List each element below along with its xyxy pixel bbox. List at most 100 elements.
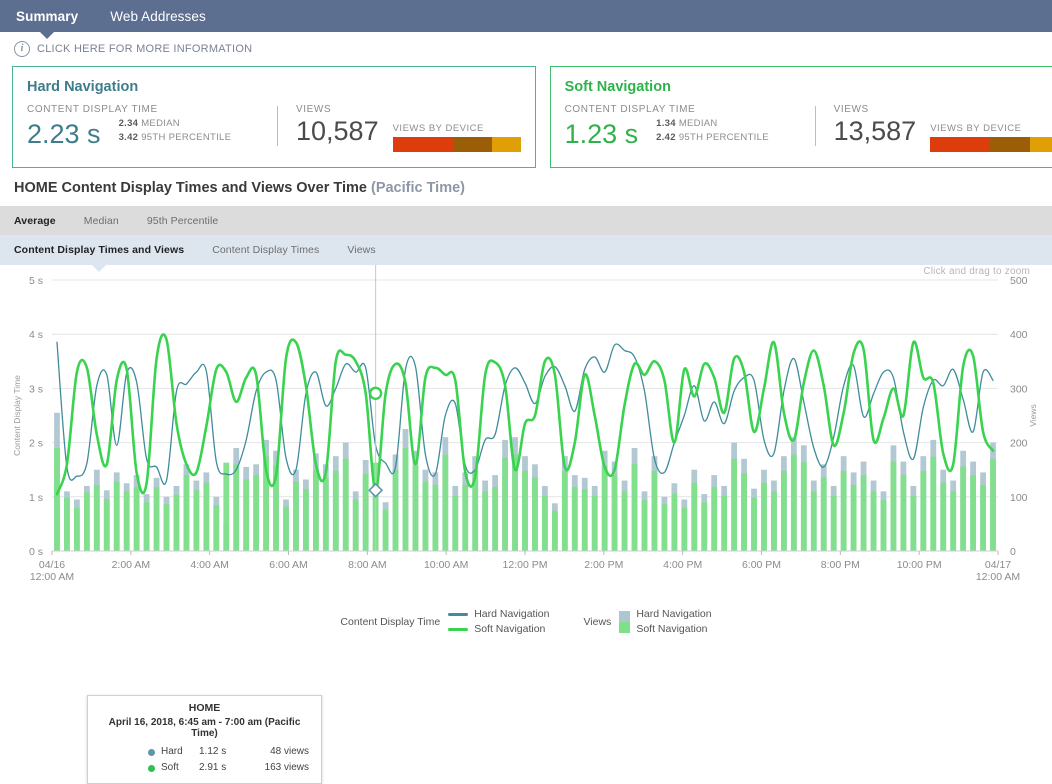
svg-text:6:00 PM: 6:00 PM xyxy=(742,559,781,571)
soft-navigation-card: Soft Navigation CONTENT DISPLAY TIME 1.2… xyxy=(550,66,1052,168)
soft-p95-label: 95TH PERCENTILE xyxy=(679,132,769,143)
hard-navigation-card-title: Hard Navigation xyxy=(27,79,521,95)
svg-text:6:00 AM: 6:00 AM xyxy=(269,559,308,571)
legend-key-views-soft[interactable]: Soft Navigation xyxy=(636,622,711,637)
top-navigation-bar: Summary Web Addresses xyxy=(0,0,1052,32)
chart-section-title-timezone: (Pacific Time) xyxy=(371,180,465,196)
tooltip-title: HOME xyxy=(96,702,313,714)
device-segment-1 xyxy=(930,137,990,152)
tooltip-soft-views: 163 views xyxy=(247,760,309,776)
svg-text:8:00 PM: 8:00 PM xyxy=(821,559,860,571)
hard-content-display-time-block: CONTENT DISPLAY TIME 2.23 s 2.34 MEDIAN … xyxy=(27,104,277,152)
tooltip-row-hard: Hard 1.12 s 48 views xyxy=(96,744,313,760)
legend-line-icon-hard xyxy=(448,613,468,616)
tab-summary[interactable]: Summary xyxy=(0,0,94,32)
device-segment-3 xyxy=(1030,137,1052,152)
svg-text:3 s: 3 s xyxy=(29,383,43,395)
hard-median-value: 2.34 xyxy=(119,118,139,129)
legend-key-cdt-hard[interactable]: Hard Navigation xyxy=(448,607,549,622)
more-information-link[interactable]: CLICK HERE FOR MORE INFORMATION xyxy=(37,43,252,55)
svg-text:12:00 AM: 12:00 AM xyxy=(30,571,74,583)
svg-text:2:00 AM: 2:00 AM xyxy=(112,559,151,571)
tab-average-label: Average xyxy=(14,215,56,227)
svg-text:0 s: 0 s xyxy=(29,546,43,558)
content-display-time-chart[interactable]: Click and drag to zoom 0 s01 s1002 s2003… xyxy=(0,265,1052,605)
svg-text:5 s: 5 s xyxy=(29,275,43,287)
legend-group-views: Views Hard Navigation Soft Navigation xyxy=(583,607,711,637)
chart-tooltip: HOME April 16, 2018, 6:45 am - 7:00 am (… xyxy=(87,695,322,784)
legend-line-icon-soft xyxy=(448,628,468,631)
chart-section-title: HOME Content Display Times and Views Ove… xyxy=(0,168,1052,206)
info-bar: i CLICK HERE FOR MORE INFORMATION xyxy=(0,32,1052,62)
metric-tab-strip: Content Display Times and Views Content … xyxy=(0,235,1052,265)
soft-views-value: 13,587 xyxy=(834,117,917,145)
svg-text:2 s: 2 s xyxy=(29,438,43,450)
svg-text:0: 0 xyxy=(1010,546,1016,558)
svg-text:12:00 AM: 12:00 AM xyxy=(976,571,1020,583)
legend-label-cdt-hard: Hard Navigation xyxy=(474,607,549,622)
chart-section-title-main: HOME Content Display Times and Views Ove… xyxy=(14,180,367,196)
tab-95th-percentile-label: 95th Percentile xyxy=(147,215,219,227)
svg-text:04/17: 04/17 xyxy=(985,559,1011,571)
legend-key-views-hard[interactable]: Hard Navigation xyxy=(636,607,711,622)
svg-text:100: 100 xyxy=(1010,492,1028,504)
tab-content-display-times-label: Content Display Times xyxy=(212,244,319,256)
info-circle-icon[interactable]: i xyxy=(14,41,30,57)
soft-content-display-time-block: CONTENT DISPLAY TIME 1.23 s 1.34 MEDIAN … xyxy=(565,104,815,152)
hard-views-value: 10,587 xyxy=(296,117,379,145)
kpi-card-row: Hard Navigation CONTENT DISPLAY TIME 2.2… xyxy=(0,62,1052,168)
soft-views-label: VIEWS xyxy=(834,104,1052,115)
hard-views-by-device-label: VIEWS BY DEVICE xyxy=(393,123,521,134)
svg-text:4:00 AM: 4:00 AM xyxy=(190,559,229,571)
svg-text:500: 500 xyxy=(1010,275,1028,287)
svg-text:4:00 PM: 4:00 PM xyxy=(663,559,702,571)
svg-text:400: 400 xyxy=(1010,329,1028,341)
tab-views[interactable]: Views xyxy=(333,235,389,265)
hard-p95-label: 95TH PERCENTILE xyxy=(141,132,231,143)
tab-content-display-times-and-views[interactable]: Content Display Times and Views xyxy=(0,235,198,265)
legend-swatch-icon-views-hard xyxy=(619,611,630,622)
soft-navigation-card-title: Soft Navigation xyxy=(565,79,1052,95)
legend-group-title-views: Views xyxy=(583,616,611,628)
svg-text:10:00 PM: 10:00 PM xyxy=(897,559,942,571)
soft-views-block: VIEWS 13,587 VIEWS BY DEVICE xyxy=(834,104,1052,152)
soft-median-label: MEDIAN xyxy=(679,118,718,129)
svg-text:Views: Views xyxy=(1028,404,1038,427)
soft-cdt-value: 1.23 s xyxy=(565,120,639,148)
soft-cdt-label: CONTENT DISPLAY TIME xyxy=(565,104,815,115)
tab-median-label: Median xyxy=(84,215,119,227)
device-segment-1 xyxy=(393,137,453,152)
svg-text:12:00 PM: 12:00 PM xyxy=(503,559,548,571)
tooltip-soft-name: Soft xyxy=(161,760,199,776)
svg-text:200: 200 xyxy=(1010,438,1028,450)
tab-median[interactable]: Median xyxy=(70,206,133,235)
legend-label-cdt-soft: Soft Navigation xyxy=(474,622,545,637)
soft-p95-row: 2.42 95TH PERCENTILE xyxy=(656,131,769,145)
tab-web-addresses-label: Web Addresses xyxy=(110,9,206,24)
legend-key-cdt-soft[interactable]: Soft Navigation xyxy=(448,622,549,637)
tab-views-label: Views xyxy=(347,244,375,256)
tab-95th-percentile[interactable]: 95th Percentile xyxy=(133,206,233,235)
tab-average[interactable]: Average xyxy=(0,206,70,235)
hard-p95-row: 3.42 95TH PERCENTILE xyxy=(119,131,232,145)
hard-navigation-card: Hard Navigation CONTENT DISPLAY TIME 2.2… xyxy=(12,66,536,168)
chart-canvas[interactable]: 0 s01 s1002 s2003 s3004 s4005 s500Conten… xyxy=(0,265,1052,605)
tooltip-hard-value: 1.12 s xyxy=(199,744,247,760)
hard-median-label: MEDIAN xyxy=(141,118,180,129)
tab-content-display-times[interactable]: Content Display Times xyxy=(198,235,333,265)
legend-group-title-cdt: Content Display Time xyxy=(340,616,440,628)
hard-views-by-device-bar xyxy=(393,137,521,152)
device-segment-2 xyxy=(990,137,1030,152)
svg-text:4 s: 4 s xyxy=(29,329,43,341)
tooltip-row-soft: Soft 2.91 s 163 views xyxy=(96,760,313,776)
tab-content-display-times-and-views-label: Content Display Times and Views xyxy=(14,244,184,256)
soft-median-row: 1.34 MEDIAN xyxy=(656,117,769,131)
legend-label-views-soft: Soft Navigation xyxy=(636,622,707,637)
tooltip-hard-dot-icon xyxy=(148,749,155,756)
hard-cdt-value: 2.23 s xyxy=(27,120,101,148)
hard-p95-value: 3.42 xyxy=(119,132,139,143)
hard-views-label: VIEWS xyxy=(296,104,521,115)
tab-web-addresses[interactable]: Web Addresses xyxy=(94,0,222,32)
device-segment-3 xyxy=(492,137,520,152)
svg-text:8:00 AM: 8:00 AM xyxy=(348,559,387,571)
